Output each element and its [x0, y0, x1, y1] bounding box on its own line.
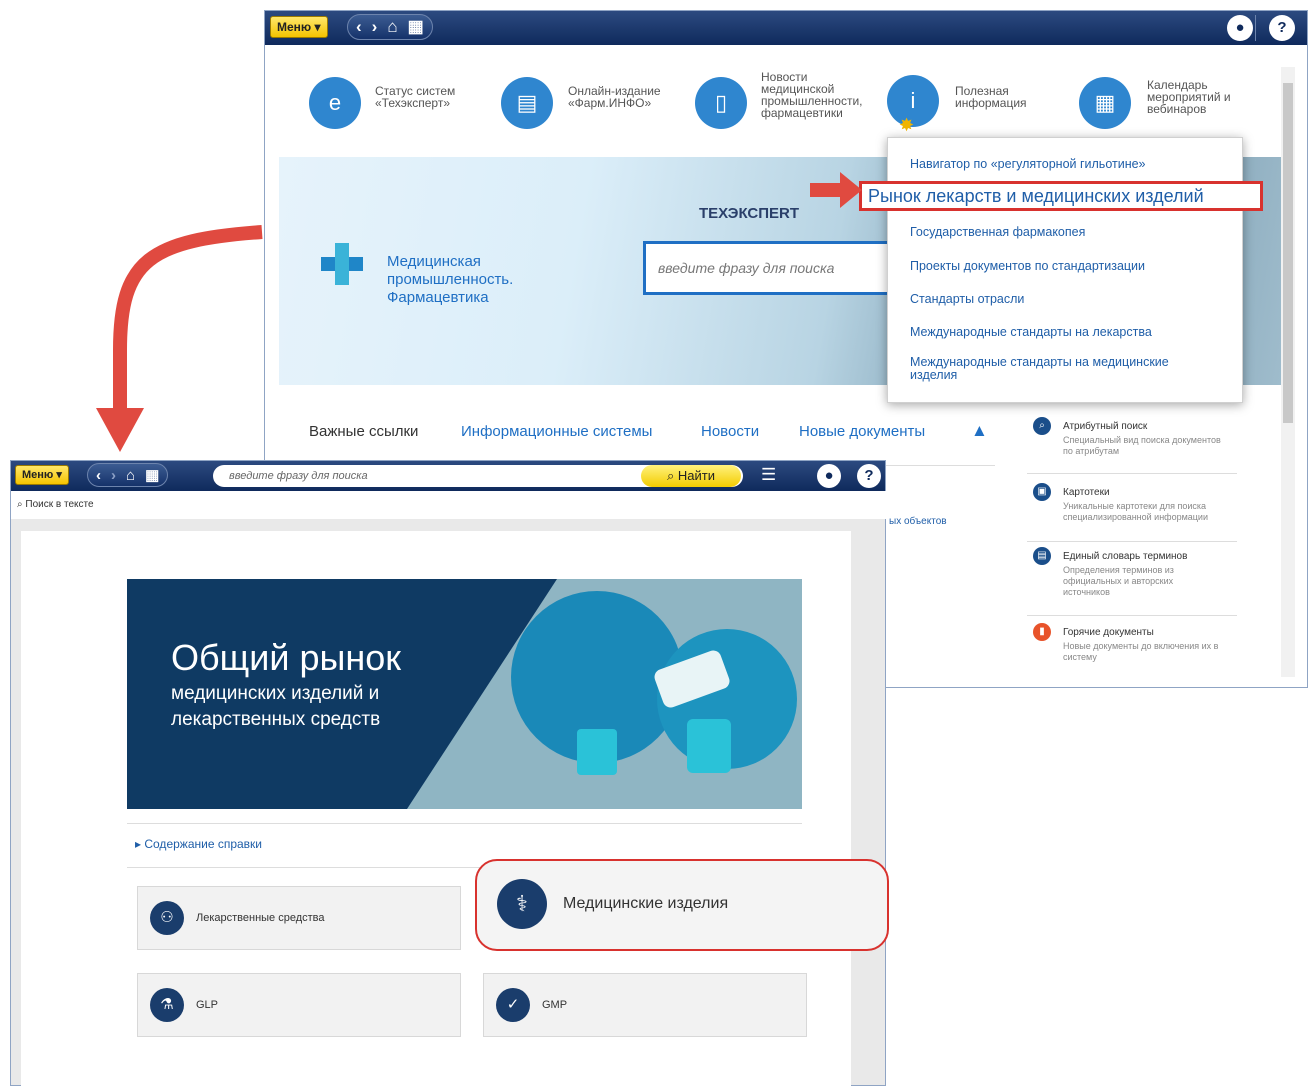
help-icon[interactable]: ? [857, 464, 881, 488]
hero-banner: Общий рынок медицинских изделий и лекарс… [127, 579, 802, 809]
forward-icon[interactable]: › [111, 467, 116, 484]
card-gmp[interactable]: ✓ GMP [483, 973, 807, 1037]
card-drugs[interactable]: ⚇ Лекарственные средства [137, 886, 461, 950]
lab-icon: ⚗ [150, 988, 184, 1022]
contents-link[interactable]: ▸ Содержание справки [135, 837, 262, 851]
card-glp[interactable]: ⚗ GLP [137, 973, 461, 1037]
hero-title: Общий рынок [171, 637, 402, 678]
back-icon[interactable]: ‹ [96, 467, 101, 484]
pills-icon: ⚇ [150, 901, 184, 935]
find-button[interactable]: ⌕ Найти [641, 465, 741, 487]
badge-icon: ✓ [496, 988, 530, 1022]
menu-button[interactable]: Меню ▾ [15, 465, 69, 485]
card-label: Медицинские изделия [563, 895, 729, 912]
user-icon[interactable]: ● [817, 464, 841, 488]
card-label: GMP [542, 999, 568, 1011]
card-medical-devices[interactable]: ⚕ Медицинские изделия [475, 859, 889, 951]
home-icon[interactable]: ⌂ [126, 467, 135, 484]
bottom-toolbar: Меню ▾ ‹ › ⌂ ▦ введите фразу для поиска … [11, 461, 885, 491]
nav-group: ‹ › ⌂ ▦ [87, 463, 169, 487]
apps-icon[interactable]: ▦ [145, 466, 159, 484]
hero-subtitle: медицинских изделий и лекарственных сред… [171, 683, 381, 730]
hamburger-icon[interactable]: ☰ [761, 465, 776, 485]
find-in-text-button[interactable]: Поиск в тексте [25, 499, 93, 510]
stethoscope-icon: ⚕ [497, 879, 547, 929]
card-label: Лекарственные средства [196, 912, 325, 924]
bottom-window: Меню ▾ ‹ › ⌂ ▦ введите фразу для поиска … [10, 460, 889, 1087]
card-label: GLP [196, 999, 219, 1011]
find-in-text-bar: ⌕ Поиск в тексте [11, 491, 887, 519]
search-icon[interactable]: ⌕ [17, 499, 23, 510]
